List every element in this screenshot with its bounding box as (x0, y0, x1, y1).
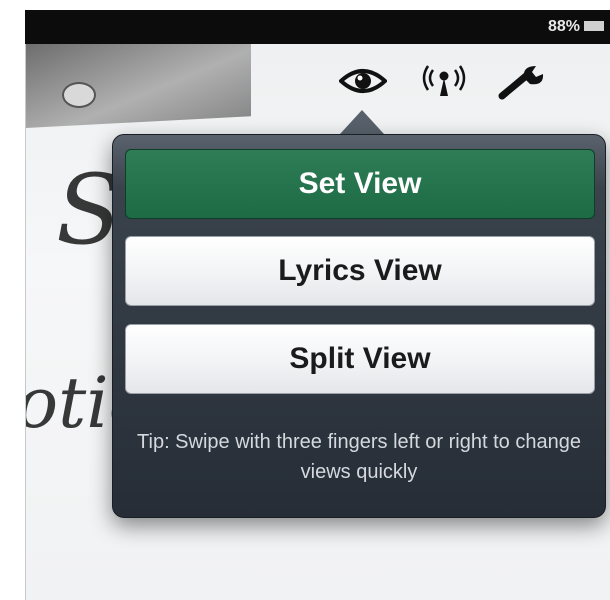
status-bar: 88% (25, 10, 610, 44)
popover-arrow (340, 110, 384, 134)
eye-icon[interactable] (338, 66, 388, 101)
tape-graphic (26, 44, 251, 128)
antenna-icon[interactable] (419, 64, 469, 103)
set-view-button[interactable]: Set View (125, 149, 595, 219)
tip-text: Tip: Swipe with three fingers left or ri… (137, 431, 581, 483)
split-view-button[interactable]: Split View (125, 324, 595, 394)
clip-graphic (62, 82, 96, 108)
battery-icon (584, 21, 604, 31)
lyrics-view-button[interactable]: Lyrics View (125, 236, 595, 306)
battery-percent: 88% (547, 18, 580, 35)
wrench-icon[interactable] (498, 64, 548, 107)
view-popover: Set View Lyrics View Split View Tip: Swi… (112, 134, 606, 518)
